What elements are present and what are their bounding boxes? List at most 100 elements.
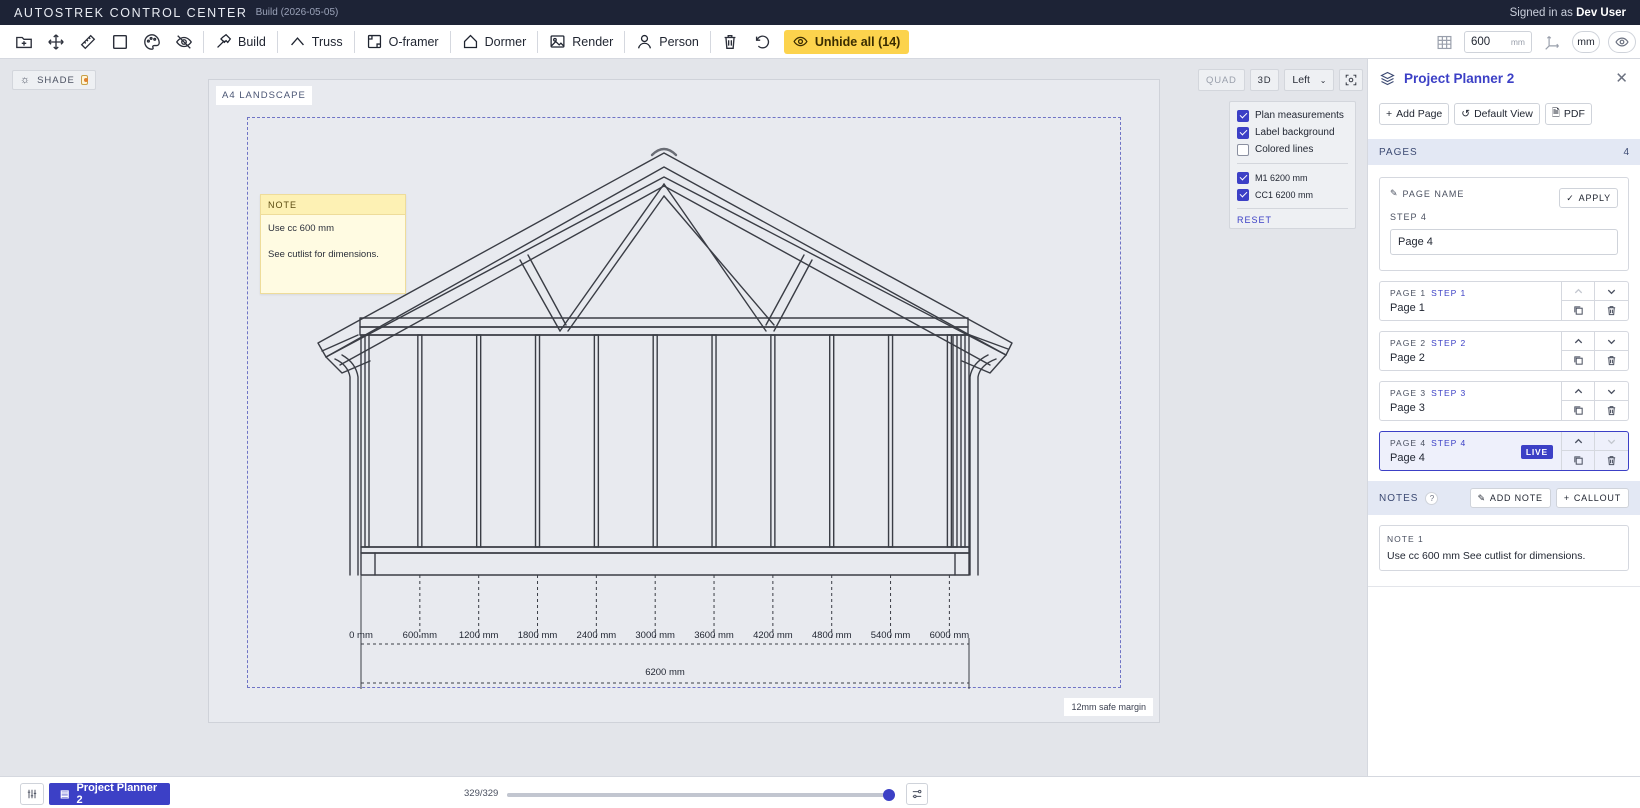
truss-button[interactable]: Truss bbox=[281, 27, 351, 57]
sliders-icon[interactable] bbox=[20, 783, 44, 805]
hammer-icon bbox=[217, 33, 232, 48]
palette-icon[interactable] bbox=[136, 27, 168, 57]
note-item-text: Use cc 600 mm See cutlist for dimensions… bbox=[1387, 550, 1586, 562]
close-icon[interactable]: ✕ bbox=[1615, 69, 1628, 87]
move-up-icon[interactable] bbox=[1562, 432, 1595, 451]
undo-icon[interactable] bbox=[746, 27, 778, 57]
tune-icon[interactable] bbox=[906, 783, 928, 805]
page-name-input[interactable]: Page 4 bbox=[1390, 229, 1618, 255]
dimension-tick-label: 5400 mm bbox=[871, 630, 911, 641]
page-item-main[interactable]: PAGE 1 STEP 1 Page 1 bbox=[1380, 282, 1561, 320]
default-view-button[interactable]: ↺ Default View bbox=[1454, 103, 1540, 125]
rectangle-icon[interactable] bbox=[104, 27, 136, 57]
duplicate-icon[interactable] bbox=[1562, 451, 1595, 470]
option-plan-measurements[interactable]: Plan measurements bbox=[1237, 107, 1348, 124]
project-tab-button[interactable]: ▤ Project Planner 2 bbox=[49, 782, 170, 806]
option-member-cc1[interactable]: CC1 6200 mm bbox=[1237, 186, 1348, 203]
new-folder-icon[interactable] bbox=[8, 27, 40, 57]
checkbox[interactable] bbox=[1237, 143, 1249, 156]
drawing-canvas[interactable]: ☼ SHADE A4 LANDSCAPE 12mm safe margin 0 … bbox=[0, 59, 1365, 776]
3d-view-button[interactable]: 3D bbox=[1249, 69, 1280, 91]
move-up-icon[interactable] bbox=[1562, 332, 1595, 351]
move-up-icon[interactable] bbox=[1562, 382, 1595, 401]
grid-size-input[interactable]: 600 mm bbox=[1464, 31, 1532, 53]
delete-icon[interactable] bbox=[1595, 401, 1628, 420]
ruler-icon[interactable] bbox=[72, 27, 104, 57]
step-slider[interactable] bbox=[507, 789, 895, 801]
move-icon[interactable] bbox=[40, 27, 72, 57]
unhide-all-button[interactable]: Unhide all (14) bbox=[783, 29, 910, 54]
trash-icon[interactable] bbox=[714, 27, 746, 57]
page-list-item[interactable]: PAGE 4 STEP 4 Page 4 LIVE bbox=[1379, 431, 1629, 471]
eye-off-icon[interactable] bbox=[168, 27, 200, 57]
checkbox[interactable] bbox=[1237, 126, 1249, 139]
dimension-tick-label: 1800 mm bbox=[518, 630, 558, 641]
page-list-item[interactable]: PAGE 1 STEP 1 Page 1 bbox=[1379, 281, 1629, 321]
wall-stud bbox=[960, 334, 966, 548]
grid-size-unit: mm bbox=[1510, 37, 1525, 47]
title-bar: AUTOSTREK CONTROL CENTER Build (2026-05-… bbox=[0, 0, 1640, 25]
pdf-button[interactable]: 🗎 PDF bbox=[1544, 103, 1592, 125]
move-down-icon[interactable] bbox=[1595, 432, 1628, 451]
fit-view-button[interactable] bbox=[1339, 69, 1364, 91]
wall-stud bbox=[652, 334, 658, 548]
option-colored-lines[interactable]: Colored lines bbox=[1237, 141, 1348, 158]
truss-drawing[interactable]: 0 mm 600 mm 1200 mm 1800 mm 2400 mm 3000 mm 36… bbox=[0, 59, 1365, 776]
canvas-note-line-1: Use cc 600 mm bbox=[268, 223, 334, 234]
checkbox[interactable] bbox=[1237, 171, 1249, 184]
dormer-button[interactable]: Dormer bbox=[454, 27, 535, 57]
move-down-icon[interactable] bbox=[1595, 332, 1628, 351]
step-slider-thumb[interactable] bbox=[883, 789, 895, 801]
add-page-button[interactable]: + Add Page bbox=[1379, 103, 1450, 125]
checkbox[interactable] bbox=[1237, 109, 1249, 122]
page-item-controls bbox=[1561, 282, 1628, 320]
move-up-icon[interactable] bbox=[1562, 282, 1595, 301]
dormer-button-label: Dormer bbox=[484, 34, 527, 49]
duplicate-icon[interactable] bbox=[1562, 401, 1595, 420]
wall-stud bbox=[364, 334, 370, 548]
reset-options-button[interactable]: RESET bbox=[1237, 215, 1348, 225]
o-framer-button[interactable]: O-framer bbox=[358, 27, 447, 57]
user-name[interactable]: Dev User bbox=[1576, 7, 1626, 19]
duplicate-icon[interactable] bbox=[1562, 351, 1595, 370]
help-icon[interactable]: ? bbox=[1425, 491, 1439, 505]
page-item-main[interactable]: PAGE 4 STEP 4 Page 4 LIVE bbox=[1380, 432, 1561, 470]
page-item-main[interactable]: PAGE 3 STEP 3 Page 3 bbox=[1380, 382, 1561, 420]
checkbox[interactable] bbox=[1237, 188, 1249, 201]
move-down-icon[interactable] bbox=[1595, 282, 1628, 301]
page-list-item[interactable]: PAGE 3 STEP 3 Page 3 bbox=[1379, 381, 1629, 421]
delete-icon[interactable] bbox=[1595, 351, 1628, 370]
canvas-note[interactable]: NOTE Use cc 600 mm See cutlist for dimen… bbox=[260, 194, 406, 294]
render-button[interactable]: Render bbox=[541, 27, 621, 57]
person-button[interactable]: Person bbox=[628, 27, 707, 57]
delete-icon[interactable] bbox=[1595, 301, 1628, 320]
note-list-item[interactable]: NOTE 1 Use cc 600 mm See cutlist for dim… bbox=[1379, 525, 1629, 571]
callout-button[interactable]: + CALLOUT bbox=[1555, 488, 1629, 508]
eye-icon bbox=[1615, 37, 1629, 47]
note-edit-icon: ✎ bbox=[1477, 492, 1486, 503]
page-item-main[interactable]: PAGE 2 STEP 2 Page 2 bbox=[1380, 332, 1561, 370]
visibility-toggle[interactable] bbox=[1608, 31, 1636, 53]
bottom-bar: ▤ Project Planner 2 329/329 bbox=[0, 776, 1640, 808]
option-member-m1[interactable]: M1 6200 mm bbox=[1237, 169, 1348, 186]
edit-step-label: STEP 4 bbox=[1390, 212, 1427, 222]
planner-icon: ▤ bbox=[60, 788, 70, 800]
delete-icon[interactable] bbox=[1595, 451, 1628, 470]
option-label-background[interactable]: Label background bbox=[1237, 124, 1348, 141]
apply-button[interactable]: ✓ APPLY bbox=[1559, 188, 1618, 208]
duplicate-icon[interactable] bbox=[1562, 301, 1595, 320]
page-list-item[interactable]: PAGE 2 STEP 2 Page 2 bbox=[1379, 331, 1629, 371]
move-down-icon[interactable] bbox=[1595, 382, 1628, 401]
page-item-name: Page 1 bbox=[1390, 302, 1425, 314]
dimension-total-label: 6200 mm bbox=[645, 667, 685, 678]
view-direction-select[interactable]: Left ⌄ bbox=[1284, 69, 1335, 91]
web-left-2 bbox=[559, 183, 665, 332]
toolbar-divider bbox=[537, 30, 539, 53]
pages-section-header: PAGES 4 bbox=[1368, 139, 1640, 165]
grid-icon[interactable] bbox=[1432, 30, 1456, 54]
unit-toggle-button[interactable]: mm bbox=[1572, 31, 1600, 53]
add-note-button[interactable]: ✎ ADD NOTE bbox=[1469, 488, 1551, 508]
axis-icon[interactable] bbox=[1540, 30, 1564, 54]
quad-view-button[interactable]: QUAD bbox=[1198, 69, 1245, 91]
build-button[interactable]: Build bbox=[207, 27, 274, 57]
